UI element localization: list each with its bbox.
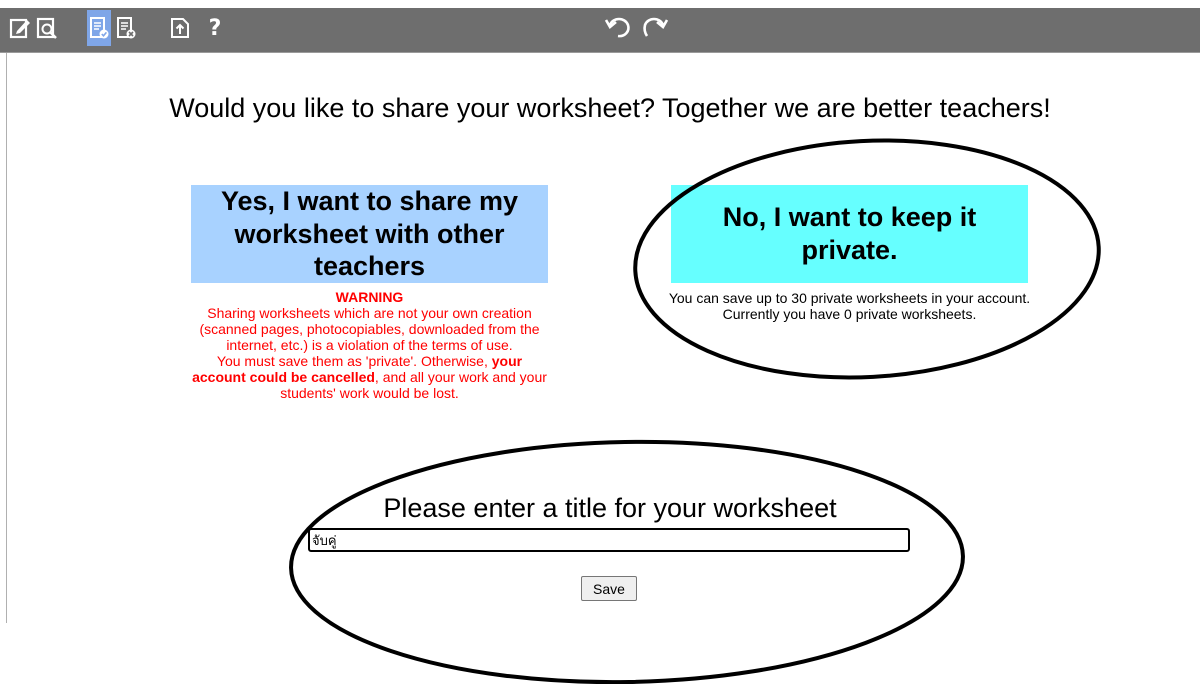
title-prompt: Please enter a title for your worksheet: [383, 493, 837, 523]
delete-worksheet-button[interactable]: [114, 10, 138, 46]
private-quota-limit: You can save up to 30 private worksheets…: [668, 290, 1031, 306]
page: ? Would you like to share your worksheet…: [0, 0, 1200, 684]
private-quota-count: Currently you have 0 private worksheets.: [722, 306, 977, 322]
undo-icon: [604, 17, 630, 38]
highlight-circle-title: [289, 439, 965, 684]
preview-button[interactable]: [35, 10, 59, 46]
share-worksheet-button[interactable]: Yes, I want to share my worksheet with o…: [191, 185, 548, 283]
toolbar: ?: [0, 8, 1200, 53]
left-divider: [6, 53, 7, 623]
save-button[interactable]: Save: [581, 576, 637, 601]
export-button[interactable]: [168, 10, 192, 46]
private-quota-info: You can save up to 30 private worksheets…: [664, 290, 1035, 322]
sharing-warning: WARNING Sharing worksheets which are not…: [191, 289, 548, 401]
worksheet-title-input[interactable]: [308, 528, 910, 552]
edit-button[interactable]: [8, 10, 32, 46]
warning-text: Sharing worksheets which are not your ow…: [199, 305, 540, 353]
share-question-heading: Would you like to share your worksheet? …: [169, 93, 1051, 123]
save-worksheet-icon: [90, 17, 109, 39]
warning-consequence: You must save them as 'private'. Otherwi…: [191, 353, 548, 401]
preview-icon: [36, 17, 57, 39]
redo-button[interactable]: [640, 12, 670, 44]
warning-title: WARNING: [335, 289, 404, 305]
warning-consequence-start: You must save them as 'private'. Otherwi…: [216, 353, 492, 369]
export-icon: [171, 18, 189, 38]
save-worksheet-button[interactable]: [87, 10, 111, 46]
keep-private-button[interactable]: No, I want to keep it private.: [671, 185, 1028, 283]
undo-button[interactable]: [603, 12, 633, 44]
help-button[interactable]: ?: [203, 10, 227, 46]
redo-icon: [643, 17, 669, 37]
edit-icon: [9, 18, 30, 39]
delete-worksheet-icon: [117, 17, 136, 39]
